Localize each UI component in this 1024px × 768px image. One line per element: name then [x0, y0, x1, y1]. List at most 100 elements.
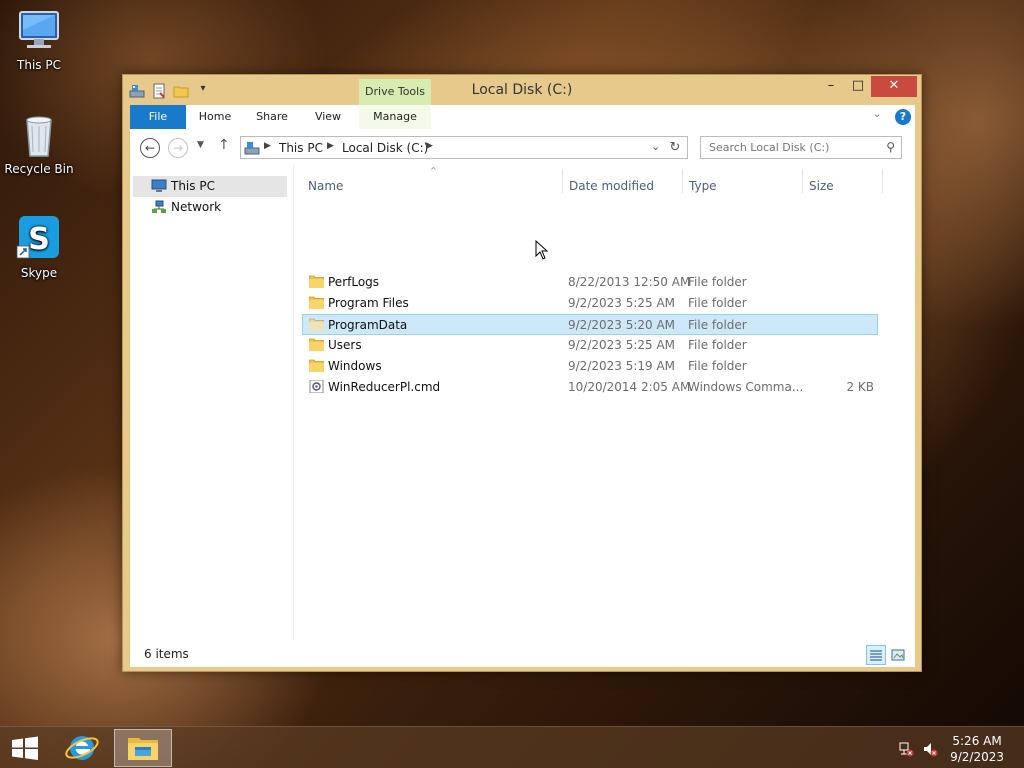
windows-logo-icon — [12, 736, 38, 760]
sort-indicator-icon: ^ — [430, 166, 437, 175]
file-date-modified: 8/22/2013 12:50 AM — [568, 275, 691, 289]
file-row[interactable]: Program Files 9/2/2023 5:25 AM File fold… — [304, 293, 878, 314]
desktop-icon-recycle-bin[interactable]: Recycle Bin — [0, 112, 78, 176]
file-row[interactable]: Users 9/2/2023 5:25 AM File folder — [304, 335, 878, 356]
tab-manage[interactable]: Manage — [359, 105, 431, 129]
desktop-icon-this-pc[interactable]: This PC — [0, 8, 78, 72]
internet-explorer-button[interactable] — [54, 729, 112, 767]
tab-file[interactable]: File — [130, 105, 186, 129]
address-dropdown-icon[interactable]: ⌄ — [651, 140, 660, 153]
forward-button[interactable]: → — [168, 138, 188, 158]
file-type: Windows Comma... — [688, 380, 804, 394]
search-box[interactable]: ⚲ — [700, 136, 902, 159]
breadcrumb-local-disk[interactable]: Local Disk (C:) — [342, 141, 428, 155]
status-bar: 6 items — [130, 641, 915, 667]
file-name: Users — [328, 338, 362, 352]
column-header-size[interactable]: Size — [809, 179, 834, 193]
content-area: This PC Network ^ Name Date modified Typ… — [130, 165, 915, 641]
drive-icon — [244, 140, 260, 156]
breadcrumb-separator-icon[interactable]: ▶ — [327, 141, 334, 151]
file-name: ProgramData — [328, 318, 408, 332]
column-divider[interactable] — [882, 169, 883, 193]
tab-view[interactable]: View — [306, 105, 350, 129]
file-date-modified: 9/2/2023 5:19 AM — [568, 359, 676, 373]
refresh-button[interactable]: ↻ — [663, 136, 688, 159]
internet-explorer-icon — [65, 736, 99, 760]
details-view-button[interactable] — [866, 645, 886, 665]
search-input[interactable] — [701, 137, 871, 158]
computer-icon — [15, 8, 63, 54]
file-name: PerfLogs — [328, 275, 380, 289]
file-row[interactable]: Windows 9/2/2023 5:19 AM File folder — [304, 356, 878, 377]
expand-ribbon-icon[interactable]: ⌄ — [873, 109, 887, 120]
file-type: File folder — [688, 338, 747, 352]
folder-icon — [308, 296, 325, 310]
network-status-icon[interactable] — [898, 741, 914, 757]
nav-item-this-pc[interactable]: This PC — [133, 176, 287, 197]
up-button[interactable]: ↑ — [218, 137, 230, 153]
start-button[interactable] — [0, 729, 50, 767]
folder-icon — [308, 275, 325, 289]
folder-icon — [308, 338, 325, 352]
tab-share[interactable]: Share — [248, 105, 296, 129]
computer-icon — [151, 179, 167, 193]
breadcrumb-separator-icon[interactable]: ▶ — [426, 141, 433, 151]
folder-icon — [308, 318, 325, 332]
volume-muted-icon[interactable] — [922, 741, 938, 757]
network-icon — [151, 200, 167, 214]
file-type: File folder — [688, 318, 747, 332]
nav-item-label: This PC — [171, 179, 215, 193]
file-date-modified: 10/20/2014 2:05 AM — [568, 380, 691, 394]
file-explorer-taskbar-button[interactable] — [114, 729, 172, 767]
system-clock[interactable]: 5:26 AM 9/2/2023 — [950, 733, 1004, 765]
file-date-modified: 9/2/2023 5:20 AM — [568, 318, 676, 332]
file-row[interactable]: ProgramData 9/2/2023 5:20 AM File folder — [302, 314, 878, 335]
file-name: Windows — [328, 359, 382, 373]
file-name: Program Files — [328, 296, 409, 310]
breadcrumb-separator-icon[interactable]: ▶ — [264, 141, 271, 151]
file-row[interactable]: PerfLogs 8/22/2013 12:50 AM File folder — [304, 272, 878, 293]
address-bar[interactable]: ▶ This PC ▶ Local Disk (C:) ▶ ⌄ — [240, 136, 688, 159]
skype-icon: S — [15, 216, 63, 262]
item-count: 6 items — [144, 647, 189, 661]
file-type: File folder — [688, 296, 747, 310]
recent-locations-icon[interactable]: ▼ — [197, 140, 204, 150]
close-button[interactable]: ✕ — [871, 76, 917, 97]
help-icon[interactable]: ? — [895, 109, 911, 125]
file-list: ^ Name Date modified Type Size PerfLogs … — [302, 165, 904, 641]
desktop-icon-label: Skype — [20, 266, 58, 280]
desktop-icon-skype[interactable]: S Skype — [0, 216, 78, 280]
clock-time: 5:26 AM — [952, 734, 1002, 748]
column-header-date-modified[interactable]: Date modified — [569, 179, 654, 193]
folder-icon — [308, 359, 325, 373]
file-explorer-icon — [128, 738, 158, 760]
window-title: Local Disk (C:) — [471, 82, 573, 98]
nav-item-label: Network — [171, 200, 222, 214]
svg-text:S: S — [28, 222, 50, 257]
pane-divider[interactable] — [293, 165, 294, 641]
minimize-button[interactable]: – — [817, 76, 845, 97]
column-divider[interactable] — [562, 169, 563, 193]
file-row[interactable]: WinReducerPl.cmd 10/20/2014 2:05 AM Wind… — [304, 377, 878, 398]
column-header-name[interactable]: Name — [308, 179, 343, 193]
breadcrumb-this-pc[interactable]: This PC — [279, 141, 323, 155]
file-date-modified: 9/2/2023 5:25 AM — [568, 338, 676, 352]
ribbon-tabs: File Home Share View Manage ⌄ ? — [130, 105, 915, 129]
tab-home[interactable]: Home — [192, 105, 238, 129]
mouse-cursor-icon — [535, 239, 549, 260]
nav-item-network[interactable]: Network — [133, 197, 287, 218]
large-icons-view-button[interactable] — [888, 645, 908, 665]
back-button[interactable]: ← — [140, 138, 160, 158]
desktop-icon-label: Recycle Bin — [4, 162, 74, 176]
file-explorer-window: ▾ Drive Tools Local Disk (C:) – □ ✕ File… — [122, 74, 922, 672]
maximize-button[interactable]: □ — [844, 76, 872, 97]
column-divider[interactable] — [682, 169, 683, 193]
file-size: 2 KB — [846, 380, 874, 394]
column-divider[interactable] — [802, 169, 803, 193]
search-icon[interactable]: ⚲ — [886, 140, 895, 154]
navigation-pane: This PC Network — [130, 165, 296, 641]
column-header-type[interactable]: Type — [689, 179, 717, 193]
details-view-icon — [870, 650, 882, 661]
taskbar: 5:26 AM 9/2/2023 — [0, 726, 1024, 768]
title-bar[interactable]: ▾ Drive Tools Local Disk (C:) – □ ✕ — [123, 75, 921, 105]
